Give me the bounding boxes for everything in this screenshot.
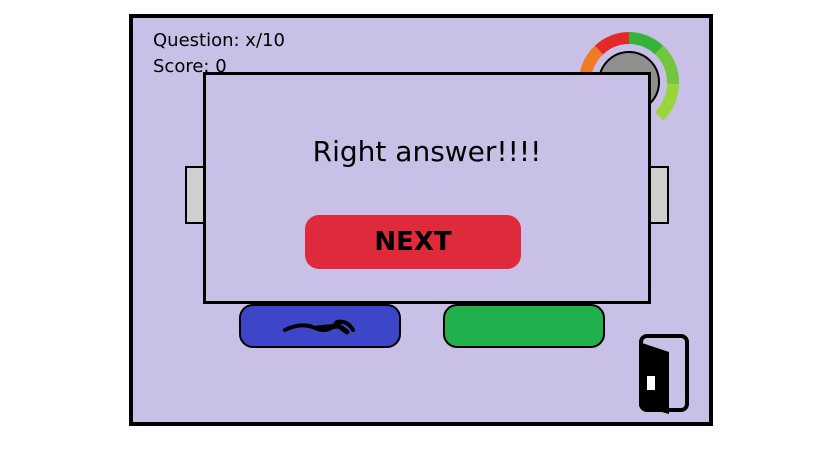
scribble-icon xyxy=(283,319,355,335)
exit-door-icon[interactable] xyxy=(633,332,693,416)
left-side-button[interactable] xyxy=(185,166,205,224)
answer-button-blue[interactable] xyxy=(239,304,401,348)
answer-button-green[interactable] xyxy=(443,304,605,348)
right-side-button[interactable] xyxy=(649,166,669,224)
question-counter: Question: x/10 xyxy=(153,30,285,51)
next-button[interactable]: NEXT xyxy=(305,215,521,269)
result-message: Right answer!!!! xyxy=(312,135,542,168)
result-dialog: Right answer!!!! NEXT xyxy=(203,72,651,304)
game-screen: Question: x/10 Score: 0 10 Right answer!… xyxy=(129,14,713,426)
